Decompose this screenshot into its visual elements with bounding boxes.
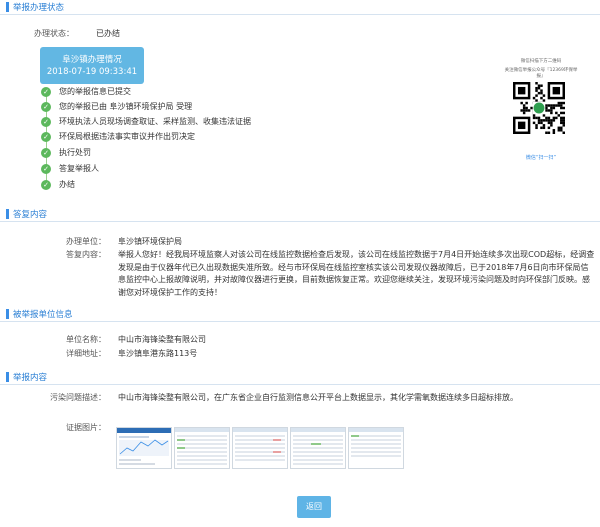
check-circle-icon: ✓ — [41, 180, 51, 190]
evidence-label: 证据图片： — [66, 423, 106, 432]
section-marker — [6, 309, 9, 319]
status-card: 阜沙镇办理情况 2018-07-19 09:33:41 — [40, 47, 144, 84]
reply-content-text: 举报人您好！经我局环境监察人对该公司在线监控数据检查后发现，该公司在线监控数据于… — [118, 250, 595, 297]
section-header-reply: 答复内容 — [0, 207, 600, 222]
handling-unit-label: 办理单位： — [66, 237, 106, 246]
unit-name-value: 中山市海锋染整有限公司 — [118, 335, 206, 344]
status-card-datetime: 2018-07-19 09:33:41 — [46, 67, 138, 77]
evidence-thumbnail-table — [233, 428, 287, 461]
evidence-image-3[interactable] — [232, 427, 288, 469]
handling-unit-value: 阜沙镇环境保护局 — [118, 237, 182, 246]
qr-caption-scan: 微信“扫一扫” — [525, 155, 557, 161]
check-circle-icon: ✓ — [41, 148, 51, 158]
back-button[interactable]: 返回 — [297, 496, 331, 518]
section-header-reported-unit: 被举报单位信息 — [0, 307, 600, 322]
unit-address-value: 阜沙镇阜港东路113号 — [118, 349, 198, 358]
progress-step-label: 环境执法人员现场调查取证、采样监测、收集违法证据 — [59, 117, 251, 126]
unit-address-label: 详细地址： — [66, 349, 106, 358]
evidence-image-1[interactable] — [116, 427, 172, 469]
qr-code-icon — [513, 82, 565, 134]
qr-caption-top: 微信扫描下方二维码 — [520, 59, 562, 64]
qr-caption-account: 关注微信举报公众号『12369环保举报』 — [504, 68, 578, 79]
evidence-image-4[interactable] — [290, 427, 346, 469]
evidence-thumbnail-table — [175, 428, 229, 465]
section-title-reply: 答复内容 — [13, 210, 48, 220]
evidence-image-2[interactable] — [174, 427, 230, 469]
section-title-reported-unit: 被举报单位信息 — [13, 310, 73, 320]
progress-step-label: 您的举报信息已提交 — [59, 87, 131, 96]
reply-content-label: 答复内容： — [66, 250, 106, 259]
pollution-desc-label: 污染问题描述： — [50, 393, 106, 402]
section-marker — [6, 2, 9, 12]
progress-step-label: 执行处罚 — [59, 148, 91, 157]
check-circle-icon: ✓ — [41, 87, 51, 97]
evidence-thumbnail-chart — [117, 428, 171, 465]
section-title-report-content: 举报内容 — [13, 373, 48, 383]
section-marker — [6, 372, 9, 382]
section-header-process: 举报办理状态 — [0, 0, 600, 15]
unit-name-label: 单位名称： — [66, 335, 106, 344]
progress-step-label: 办结 — [59, 180, 75, 189]
status-value: 已办结 — [96, 29, 120, 38]
check-circle-icon: ✓ — [41, 117, 51, 127]
status-card-title: 阜沙镇办理情况 — [62, 55, 122, 65]
section-title-process: 举报办理状态 — [13, 3, 65, 13]
check-circle-icon: ✓ — [41, 164, 51, 174]
section-marker — [6, 209, 9, 219]
progress-step-label: 您的举报已由 阜沙镇环境保护局 受理 — [59, 102, 193, 111]
progress-step-label: 答复举报人 — [59, 164, 99, 173]
check-circle-icon: ✓ — [41, 102, 51, 112]
check-circle-icon: ✓ — [41, 132, 51, 142]
progress-step-label: 环保局根据违法事实审议并作出罚决定 — [59, 132, 195, 141]
evidence-image-5[interactable] — [348, 427, 404, 469]
pollution-desc-text: 中山市海锋染整有限公司，在广东省企业自行监测信息公开平台上数据显示，其化学需氧数… — [118, 393, 518, 402]
evidence-thumbnail-table — [349, 428, 403, 457]
section-header-report-content: 举报内容 — [0, 370, 600, 385]
evidence-thumbnail-table — [291, 428, 345, 465]
